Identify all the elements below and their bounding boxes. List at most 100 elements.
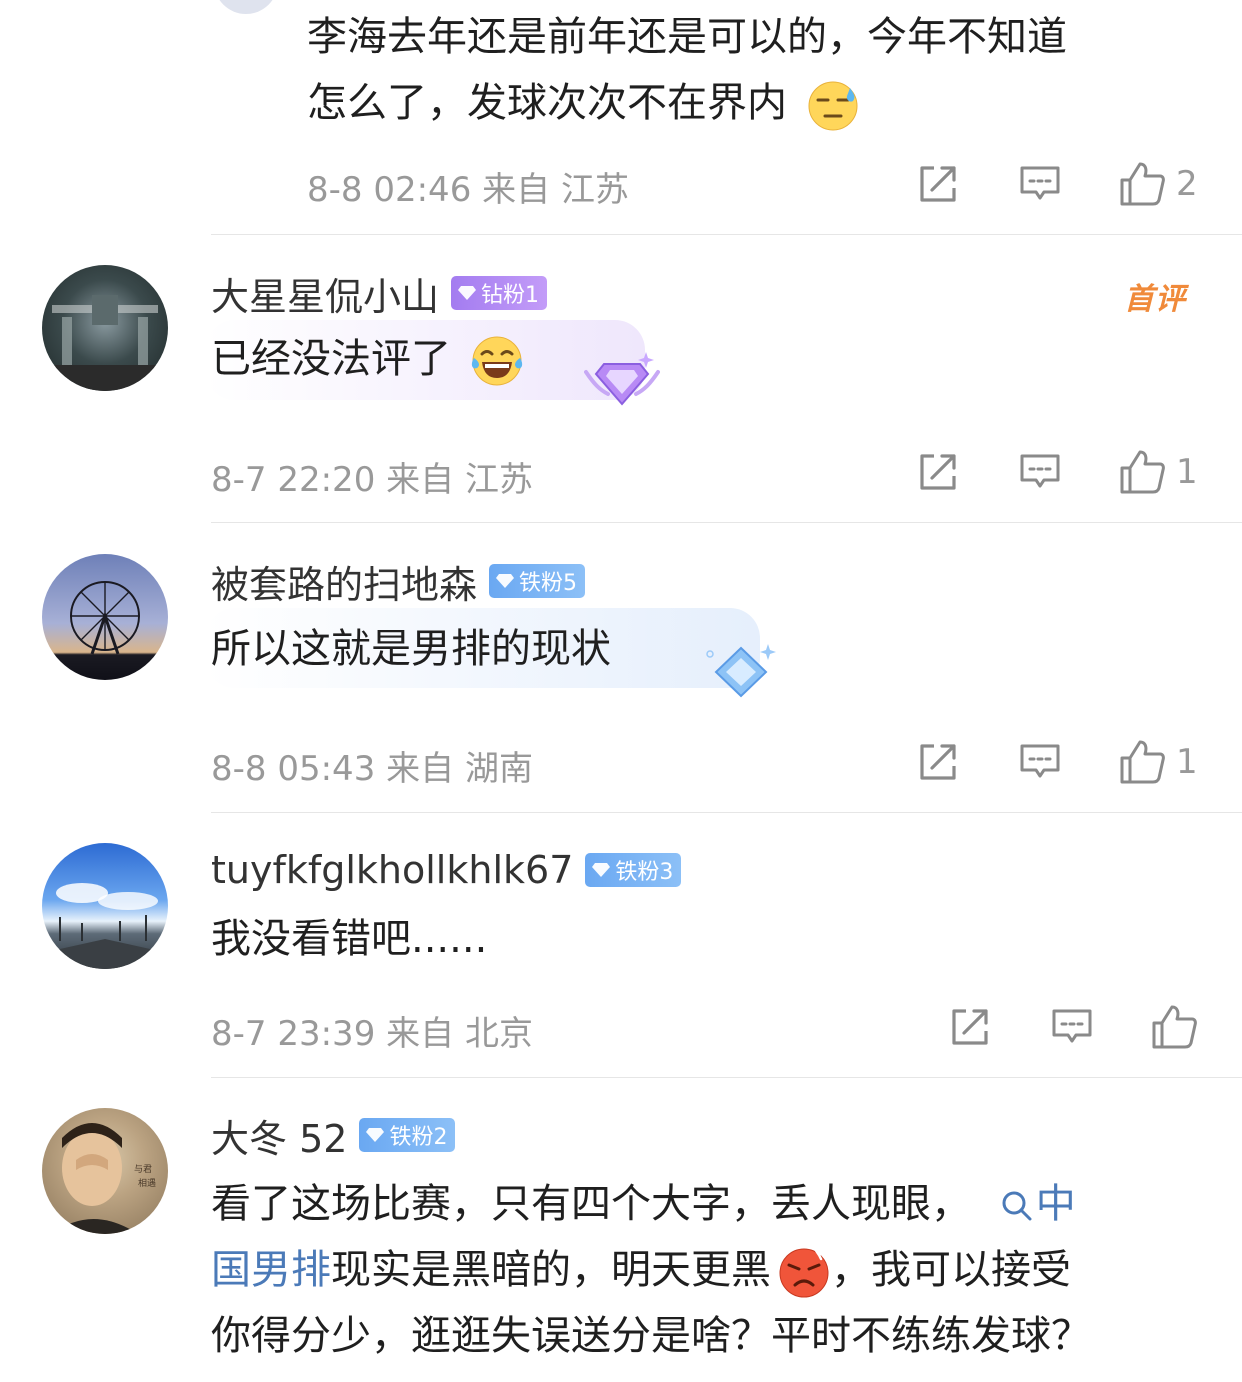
badge-label: 钻粉1 (481, 283, 540, 308)
avatar-image (42, 883, 168, 969)
comment-text: 李海去年还是前年还是可以的，今年不知道 (307, 4, 1067, 70)
comment-actions: 2 (916, 160, 1198, 208)
divider (211, 1077, 1242, 1078)
avatar-image: 与君 相遇 (52, 1123, 156, 1234)
repost-icon (916, 740, 960, 784)
reply-button[interactable] (1018, 740, 1062, 784)
divider (211, 234, 1242, 235)
repost-button[interactable] (916, 740, 960, 784)
avatar[interactable] (42, 554, 168, 680)
comment-line: 你得分少，逛逛失误送分是啥？平时不练练发球？ (211, 1313, 1091, 1359)
author-name[interactable]: 大星星侃小山 (211, 266, 439, 321)
diamond-icon (495, 573, 515, 589)
like-button[interactable]: 1 (1118, 738, 1198, 786)
comment-text: 怎么了，发球次次不在界内 (307, 70, 860, 136)
laugh-cry-emoji (471, 336, 522, 386)
comment-body: 我没看错吧...... (211, 916, 488, 962)
repost-button[interactable] (916, 450, 960, 494)
comment-line: 看了这场比赛，只有四个大字，丢人现眼， (211, 1181, 971, 1227)
author-row: 大冬 52 铁粉2 (211, 1108, 456, 1163)
diamond-icon (457, 285, 477, 301)
topic-link[interactable]: 国男排 (211, 1247, 331, 1293)
fan-badge[interactable]: 铁粉3 (585, 853, 682, 887)
comment-meta: 8-8 02:46 来自 江苏 (307, 162, 629, 211)
comment-location: 江苏 (464, 460, 533, 500)
topic-link[interactable]: 中 (984, 1181, 1076, 1227)
reply-button[interactable] (1050, 1005, 1094, 1049)
comment-body: 已经没法评了 (211, 336, 451, 382)
comment-text: 国男排现实是黑暗的，明天更黑 ，我可以接受 (211, 1237, 1071, 1303)
comment-line: 李海去年还是前年还是可以的，今年不知道 (307, 14, 1067, 60)
comment-location: 江苏 (560, 170, 629, 210)
repost-icon (916, 450, 960, 494)
topic-text: 中 (1035, 1181, 1076, 1227)
from-label: 来自 (386, 749, 455, 789)
badge-label: 铁粉5 (519, 571, 578, 596)
divider (211, 812, 1242, 813)
comment-text: 看了这场比赛，只有四个大字，丢人现眼， 中 (211, 1171, 1076, 1237)
comment-text: 你得分少，逛逛失误送分是啥？平时不练练发球？ (211, 1303, 1091, 1369)
like-button[interactable]: 1 (1118, 448, 1198, 496)
like-button[interactable] (1150, 1003, 1198, 1051)
like-count: 2 (1176, 164, 1198, 204)
repost-icon (916, 162, 960, 206)
from-label: 来自 (386, 1014, 455, 1054)
comment-line: ，我可以接受 (831, 1247, 1071, 1293)
divider (211, 522, 1242, 523)
author-name[interactable]: 大冬 52 (211, 1108, 347, 1163)
comment-time: 8-8 05:43 (211, 749, 376, 789)
avatar[interactable] (42, 265, 168, 391)
reply-button[interactable] (1018, 162, 1062, 206)
author-row: tuyfkfglkhollkhlk67 铁粉3 (211, 845, 682, 895)
comment-icon (1050, 1005, 1094, 1049)
repost-button[interactable] (948, 1005, 992, 1049)
comment-text: 已经没法评了 (211, 326, 524, 392)
comment-actions (948, 1003, 1198, 1051)
reply-button[interactable] (1018, 450, 1062, 494)
search-icon (1002, 1191, 1032, 1221)
thumbs-up-icon (1118, 448, 1166, 496)
author-row: 大星星侃小山 钻粉1 (211, 266, 548, 321)
author-row: 被套路的扫地森 铁粉5 (211, 554, 586, 609)
thumbs-up-icon (1118, 738, 1166, 786)
thumbs-up-icon (1150, 1003, 1198, 1051)
sweat-emoji (808, 81, 858, 131)
author-name[interactable]: tuyfkfglkhollkhlk67 (211, 848, 573, 892)
avatar-image (42, 295, 168, 391)
diamond-icon (591, 862, 611, 878)
author-name[interactable]: 被套路的扫地森 (211, 554, 477, 609)
first-comment-tag: 首评 (1124, 282, 1186, 317)
comment-icon (1018, 740, 1062, 784)
comment-body: 所以这就是男排的现状 (211, 626, 611, 672)
angry-emoji (779, 1247, 829, 1298)
svg-text:相遇: 相遇 (138, 1177, 156, 1189)
comment-icon (1018, 450, 1062, 494)
comment-text: 所以这就是男排的现状 (211, 616, 611, 682)
thumbs-up-icon (1118, 160, 1166, 208)
fan-badge[interactable]: 钻粉1 (451, 276, 548, 310)
like-button[interactable]: 2 (1118, 160, 1198, 208)
avatar[interactable] (214, 0, 278, 14)
diamond-icon (365, 1127, 385, 1143)
comment-location: 湖南 (464, 749, 533, 789)
comment-actions: 1 (916, 448, 1198, 496)
comment-time: 8-7 23:39 (211, 1014, 376, 1054)
comment-meta: 8-7 23:39 来自 北京 (211, 1006, 533, 1055)
comment-meta: 8-7 22:20 来自 江苏 (211, 452, 533, 501)
purple-gem-icon (584, 352, 660, 406)
svg-text:与君: 与君 (134, 1164, 152, 1175)
badge-label: 铁粉2 (389, 1125, 448, 1150)
avatar[interactable]: 与君 相遇 (42, 1108, 168, 1234)
like-count: 1 (1176, 742, 1198, 782)
blue-gem-icon (706, 644, 776, 698)
fan-badge[interactable]: 铁粉2 (359, 1118, 456, 1152)
comment-time: 8-8 02:46 (307, 170, 472, 210)
comment-location: 北京 (464, 1014, 533, 1054)
comment-line: 现实是黑暗的，明天更黑 (331, 1247, 771, 1293)
comment-text: 我没看错吧...... (211, 906, 487, 972)
repost-button[interactable] (916, 162, 960, 206)
fan-badge[interactable]: 铁粉5 (489, 564, 586, 598)
avatar[interactable] (42, 843, 168, 969)
from-label: 来自 (482, 170, 551, 210)
comment-meta: 8-8 05:43 来自 湖南 (211, 741, 533, 790)
